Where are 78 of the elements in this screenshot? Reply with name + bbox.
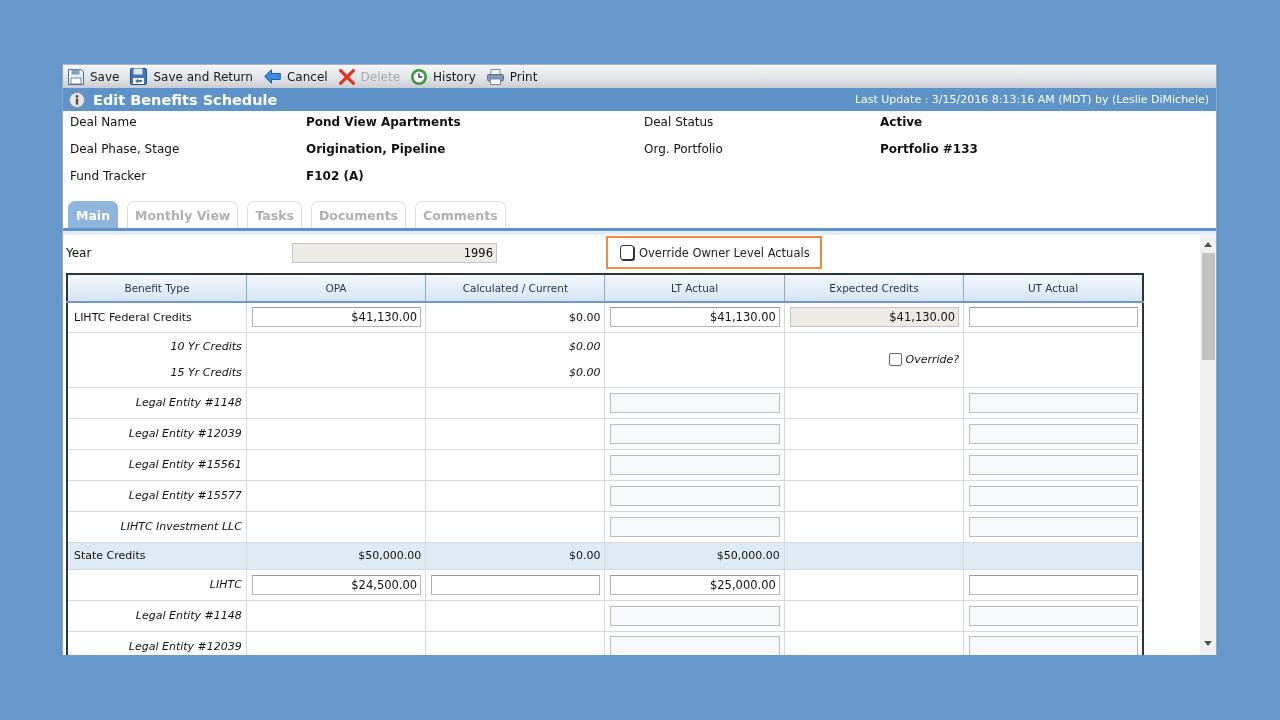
- row-label: Legal Entity #15577: [128, 489, 242, 502]
- field-value: Portfolio #133: [880, 141, 978, 158]
- field-label: Fund Tracker: [70, 168, 147, 185]
- amount-field[interactable]: [969, 516, 1138, 537]
- checkbox[interactable]: [888, 353, 902, 366]
- amount-text: $50,000.00: [358, 549, 422, 562]
- field-value: Origination, Pipeline: [306, 141, 446, 158]
- printer-icon: [486, 68, 504, 85]
- row-label: LIHTC Investment LLC: [120, 520, 242, 533]
- amount-field[interactable]: [969, 392, 1138, 413]
- amount-field[interactable]: [610, 423, 780, 444]
- amount-field[interactable]: $41,130.00: [251, 307, 422, 328]
- amount-field[interactable]: [969, 485, 1138, 506]
- amount-field[interactable]: [969, 423, 1138, 444]
- row-label: LIHTC Federal Credits: [74, 310, 192, 324]
- field-label: Org. Portfolio: [644, 141, 723, 158]
- row-label: Legal Entity #12039: [128, 639, 242, 653]
- row-label: Legal Entity #1148: [135, 609, 242, 622]
- scroll-up-icon[interactable]: [1204, 241, 1212, 247]
- field-label: Deal Name: [70, 114, 137, 131]
- last-update-text: Last Update : 3/15/2016 8:13:16 AM (MDT) by (Leslie DiMichele): [854, 93, 1209, 106]
- row-label: Legal Entity #15561: [128, 458, 242, 471]
- checkbox-label: Override Owner Level Actuals: [639, 245, 810, 260]
- field-value: Active: [880, 114, 923, 131]
- row-label: Legal Entity #1148: [135, 396, 242, 409]
- amount-text: $0.00: [569, 549, 601, 562]
- field-label: Deal Phase, Stage: [70, 141, 180, 158]
- amount-field[interactable]: [610, 636, 780, 655]
- row-label: LIHTC: [209, 578, 242, 591]
- amount-field[interactable]: $25,000.00: [610, 574, 780, 595]
- year-field[interactable]: 1996: [292, 242, 497, 263]
- column-header: OPA: [246, 274, 426, 302]
- amount-field[interactable]: [969, 574, 1138, 595]
- checkbox-label: Override?: [905, 353, 960, 366]
- field-value: F102 (A): [306, 168, 364, 185]
- amount-text: $0.00: [569, 364, 601, 381]
- amount-text: $0.00: [569, 310, 601, 324]
- field-value: Pond View Apartments: [306, 114, 461, 131]
- row-label: 15 Yr Credits: [170, 364, 242, 381]
- row-label: State Credits: [74, 549, 146, 562]
- amount-field[interactable]: $41,130.00: [610, 307, 780, 328]
- toolbar-button[interactable]: Print: [486, 68, 538, 85]
- row-label: 10 Yr Credits: [170, 338, 242, 355]
- amount-field[interactable]: [610, 605, 780, 626]
- amount-field[interactable]: [969, 307, 1138, 328]
- amount-field[interactable]: [969, 605, 1138, 626]
- left-arrow-icon: [263, 69, 281, 84]
- scroll-thumb[interactable]: [1201, 253, 1215, 360]
- scrollbar[interactable]: [1200, 235, 1216, 655]
- amount-field[interactable]: [610, 392, 780, 413]
- amount-field[interactable]: [610, 516, 780, 537]
- clock-icon: [411, 68, 428, 85]
- amount-field[interactable]: [431, 574, 601, 595]
- cross-icon: [338, 68, 355, 85]
- row-label: Legal Entity #12039: [128, 427, 242, 440]
- amount-text: $50,000.00: [716, 549, 780, 562]
- toolbar-button[interactable]: Save: [68, 68, 120, 85]
- scroll-down-icon[interactable]: [1204, 640, 1212, 646]
- amount-text: $0.00: [569, 338, 601, 355]
- toolbar-button[interactable]: Cancel: [263, 69, 328, 84]
- toolbar-button[interactable]: Save and Return: [130, 68, 253, 85]
- column-header: Expected Credits: [784, 274, 964, 302]
- toolbar-button[interactable]: History: [411, 68, 476, 85]
- amount-field[interactable]: [610, 454, 780, 475]
- column-header: Calculated / Current: [425, 274, 605, 302]
- checkbox[interactable]: [620, 245, 634, 260]
- column-header: Benefit Type: [67, 274, 247, 302]
- column-header: UT Actual: [963, 274, 1143, 302]
- field-label: Year: [66, 245, 93, 260]
- field-label: Deal Status: [644, 114, 714, 131]
- amount-field[interactable]: [969, 636, 1138, 655]
- amount-field[interactable]: [969, 454, 1138, 475]
- info-icon: [69, 91, 85, 108]
- amount-field[interactable]: $41,130.00: [789, 307, 960, 328]
- amount-field[interactable]: $24,500.00: [251, 574, 422, 595]
- page-title: Edit Benefits Schedule: [93, 91, 278, 108]
- column-header: LT Actual: [605, 274, 785, 302]
- amount-field[interactable]: [610, 485, 780, 506]
